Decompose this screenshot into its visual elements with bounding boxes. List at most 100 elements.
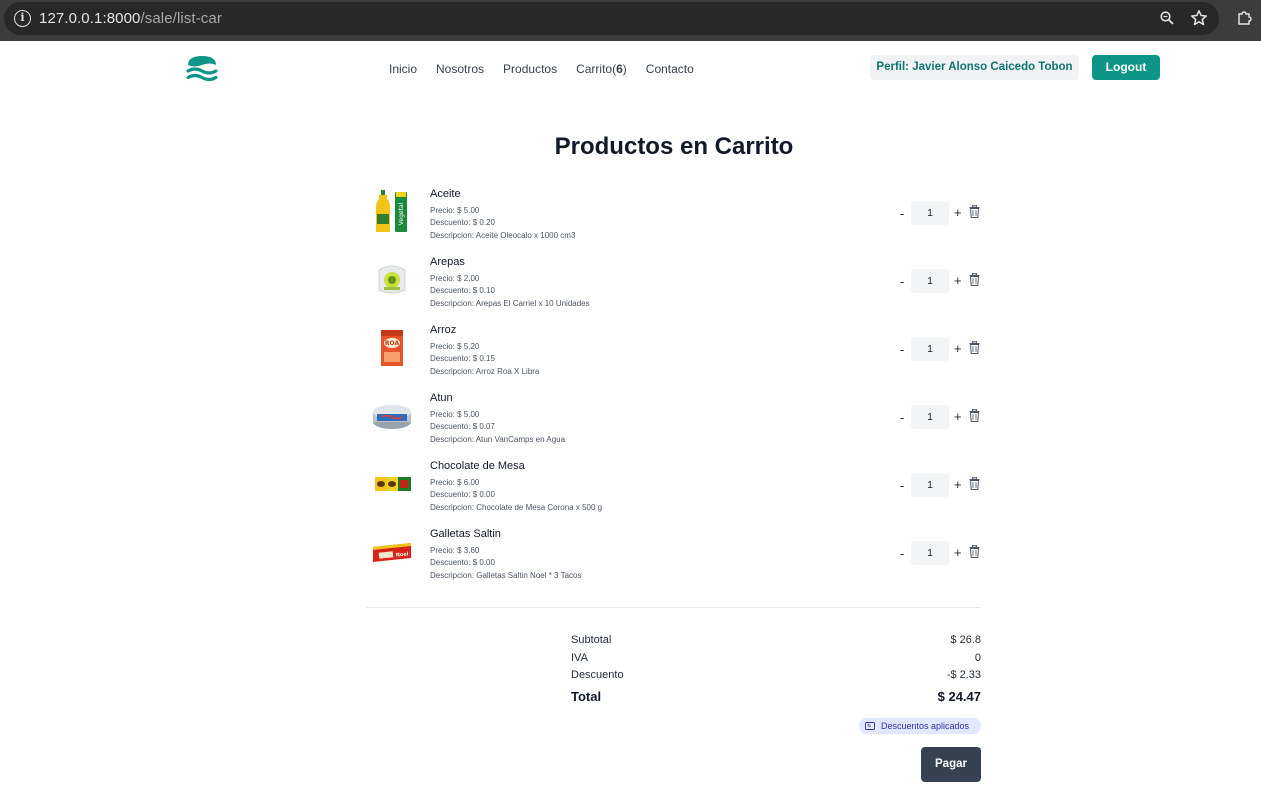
- bookmark-star-icon[interactable]: [1190, 9, 1208, 27]
- browser-toolbar: i 127.0.0.1:8000/sale/list-car: [0, 0, 1261, 41]
- cart-list: Vegetal Aceite Precio: $ 5.00 Descuento:…: [366, 184, 981, 592]
- site-navbar: Inicio Nosotros Productos Carrito(6) Con…: [0, 41, 1261, 95]
- svg-text:ROA: ROA: [385, 340, 400, 347]
- quantity-field[interactable]: 1: [911, 473, 949, 497]
- discount-row: Descuento -$ 2.33: [571, 669, 981, 687]
- address-bar[interactable]: i 127.0.0.1:8000/sale/list-car: [4, 2, 1219, 35]
- item-name: Arepas: [430, 256, 465, 268]
- increase-qty-button[interactable]: +: [954, 477, 962, 492]
- decrease-qty-button[interactable]: -: [900, 546, 904, 561]
- trash-icon[interactable]: [969, 545, 980, 558]
- carrito-label: Carrito(: [576, 62, 617, 76]
- site-info-icon[interactable]: i: [14, 10, 31, 27]
- decrease-qty-button[interactable]: -: [900, 274, 904, 289]
- cart-item: Arepas Precio: $ 2.00 Descuento: $ 0.10 …: [366, 252, 981, 320]
- trash-icon[interactable]: [969, 341, 980, 354]
- nav-link-productos[interactable]: Productos: [503, 62, 557, 76]
- cart-item: Atun Precio: $ 5.00 Descuento: $ 0.07 De…: [366, 388, 981, 456]
- item-discount: Descuento: $ 0.07: [430, 422, 495, 431]
- item-discount: Descuento: $ 0.15: [430, 354, 495, 363]
- increase-qty-button[interactable]: +: [954, 545, 962, 560]
- item-price: Precio: $ 2.00: [430, 274, 480, 283]
- page-title: Productos en Carrito: [554, 133, 794, 160]
- quantity-field[interactable]: 1: [911, 541, 949, 565]
- cart-item: Noel Galletas Saltin Precio: $ 3.60 Desc…: [366, 524, 981, 592]
- url-text[interactable]: 127.0.0.1:8000/sale/list-car: [39, 10, 222, 27]
- chocolate-bar-image: [375, 477, 411, 491]
- discount-value: -$ 2.33: [946, 669, 981, 681]
- item-name: Arroz: [430, 324, 457, 336]
- item-name: Aceite: [430, 188, 461, 200]
- zoom-icon[interactable]: [1160, 11, 1174, 25]
- quantity-field[interactable]: 1: [911, 405, 949, 429]
- item-description: Descripcion: Aceite Oleocalo x 1000 cm3: [430, 231, 576, 240]
- item-description: Descripcion: Chocolate de Mesa Corona x …: [430, 503, 603, 512]
- carrito-suffix: ): [622, 62, 627, 76]
- arepas-bag-image: [378, 265, 406, 294]
- trash-icon[interactable]: [969, 205, 980, 218]
- url-host: 127.0.0.1:8000: [39, 10, 141, 27]
- waves-logo-icon[interactable]: [186, 55, 218, 81]
- decrease-qty-button[interactable]: -: [900, 478, 904, 493]
- crackers-pack-image: Noel: [373, 543, 411, 562]
- nav-links: Inicio Nosotros Productos Carrito(6) Con…: [389, 62, 713, 76]
- item-price: Precio: $ 3.60: [430, 546, 480, 555]
- discount-label: Descuento: [571, 669, 624, 681]
- item-price: Precio: $ 5.20: [430, 342, 480, 351]
- increase-qty-button[interactable]: +: [954, 205, 962, 220]
- logout-button[interactable]: Logout: [1092, 55, 1160, 80]
- url-path: /sale/list-car: [140, 10, 222, 27]
- item-name: Chocolate de Mesa: [430, 460, 525, 472]
- subtotal-label: Subtotal: [571, 634, 612, 646]
- trash-icon[interactable]: [969, 477, 980, 490]
- increase-qty-button[interactable]: +: [954, 409, 962, 424]
- quantity-field[interactable]: 1: [911, 269, 949, 293]
- item-discount: Descuento: $ 0.20: [430, 218, 495, 227]
- increase-qty-button[interactable]: +: [954, 273, 962, 288]
- nav-link-nosotros[interactable]: Nosotros: [436, 62, 484, 76]
- trash-icon[interactable]: [969, 273, 980, 286]
- discount-ticket-icon: [865, 722, 875, 730]
- total-label: Total: [571, 688, 602, 704]
- item-name: Atun: [430, 392, 453, 404]
- increase-qty-button[interactable]: +: [954, 341, 962, 356]
- pay-button[interactable]: Pagar: [921, 747, 981, 782]
- item-name: Galletas Saltin: [430, 528, 501, 540]
- trash-icon[interactable]: [969, 409, 980, 422]
- item-price: Precio: $ 5.00: [430, 410, 480, 419]
- subtotal-row: Subtotal $ 26.8: [571, 634, 981, 652]
- item-description: Descripcion: Galletas Saltin Noel * 3 Ta…: [430, 571, 582, 580]
- badge-label: Descuentos aplicados: [881, 721, 970, 731]
- iva-row: IVA 0: [571, 652, 981, 670]
- nav-link-contacto[interactable]: Contacto: [646, 62, 694, 76]
- rice-bag-image: ROA: [381, 330, 403, 366]
- cart-item: Chocolate de Mesa Precio: $ 6.00 Descuen…: [366, 456, 981, 524]
- decrease-qty-button[interactable]: -: [900, 410, 904, 425]
- cart-item: Vegetal Aceite Precio: $ 5.00 Descuento:…: [366, 184, 981, 252]
- extensions-icon[interactable]: [1236, 8, 1254, 26]
- quantity-field[interactable]: 1: [911, 201, 949, 225]
- cart-count-badge: 6: [616, 62, 623, 76]
- quantity-field[interactable]: 1: [911, 337, 949, 361]
- svg-text:Vegetal: Vegetal: [398, 202, 405, 225]
- item-description: Descripcion: Atun VanCamps en Agua: [430, 435, 566, 444]
- iva-value: 0: [974, 651, 981, 664]
- item-discount: Descuento: $ 0.00: [430, 558, 495, 567]
- tuna-can-image: [373, 405, 411, 429]
- cart-item: ROA Arroz Precio: $ 5.20 Descuento: $ 0.…: [366, 320, 981, 388]
- nav-link-carrito[interactable]: Carrito(6): [576, 62, 627, 76]
- total-row: Total $ 24.47: [571, 687, 981, 709]
- item-discount: Descuento: $ 0.00: [430, 490, 495, 499]
- nav-link-inicio[interactable]: Inicio: [389, 62, 417, 76]
- total-value: $ 24.47: [937, 688, 981, 704]
- item-description: Descripcion: Arepas El Carriel x 10 Unid…: [430, 299, 590, 308]
- item-price: Precio: $ 5.00: [430, 206, 480, 215]
- decrease-qty-button[interactable]: -: [900, 342, 904, 357]
- oil-bottles-image: Vegetal: [376, 190, 407, 232]
- order-summary: Subtotal $ 26.8 IVA 0 Descuento -$ 2.33 …: [571, 634, 981, 709]
- profile-button[interactable]: Perfil: Javier Alonso Caicedo Tobon: [870, 55, 1079, 80]
- subtotal-value: $ 26.8: [950, 634, 981, 646]
- decrease-qty-button[interactable]: -: [900, 206, 904, 221]
- item-discount: Descuento: $ 0.10: [430, 286, 495, 295]
- item-description: Descripcion: Arroz Roa X Libra: [430, 367, 540, 376]
